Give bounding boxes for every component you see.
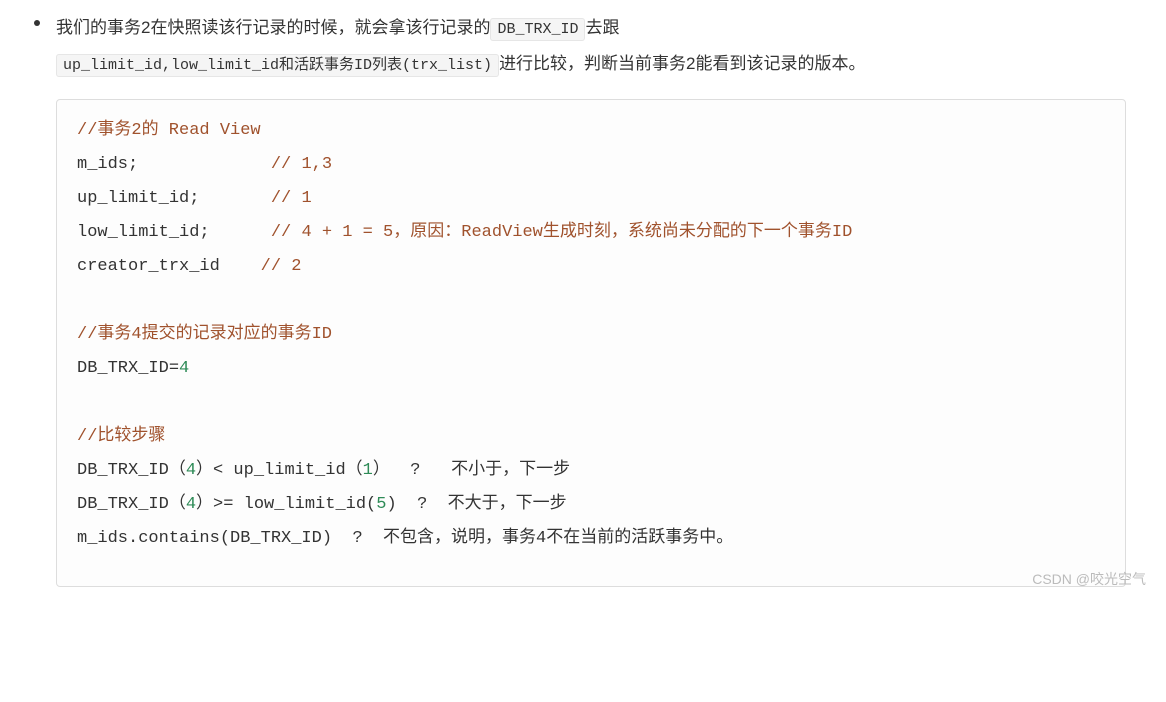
code-line: DB_TRX_ID（ (77, 461, 186, 480)
code-comment: // 1 (271, 189, 312, 208)
code-line: low_limit_id; (77, 223, 271, 242)
code-comment: //事务4提交的记录对应的事务ID (77, 325, 332, 344)
bullet-list-item: 我们的事务2在快照读该行记录的时候，就会拿该行记录的DB_TRX_ID去跟 up_… (10, 10, 1136, 81)
code-line: m_ids; (77, 155, 271, 174)
code-number: 4 (179, 359, 189, 378)
code-line: DB_TRX_ID= (77, 359, 179, 378)
code-comment: // 1,3 (271, 155, 332, 174)
code-number: 4 (186, 495, 196, 514)
code-comment: //比较步骤 (77, 427, 165, 446)
text-segment: 去跟 (585, 18, 619, 37)
paragraph-text: 我们的事务2在快照读该行记录的时候，就会拿该行记录的DB_TRX_ID去跟 up_… (56, 10, 866, 81)
code-line: m_ids.contains(DB_TRX_ID) ? 不包含，说明，事务4不在… (77, 529, 733, 548)
code-number: 5 (376, 495, 386, 514)
code-line: creator_trx_id (77, 257, 261, 276)
code-block: //事务2的 Read View m_ids; // 1,3 up_limit_… (56, 99, 1126, 587)
code-comment: //事务2的 Read View (77, 121, 261, 140)
code-line: up_limit_id; (77, 189, 271, 208)
inline-code: up_limit_id,low_limit_id和活跃事务ID列表(trx_li… (56, 54, 499, 77)
code-number: 1 (363, 461, 373, 480)
watermark-text: CSDN @咬光空气 (1032, 569, 1146, 589)
code-line: ）>= low_limit_id( (196, 495, 376, 514)
code-line: DB_TRX_ID（ (77, 495, 186, 514)
code-line: ）< up_limit_id（ (196, 461, 363, 480)
code-comment: // 2 (261, 257, 302, 276)
code-number: 4 (186, 461, 196, 480)
text-segment: 进行比较，判断当前事务2能看到该记录的版本。 (499, 54, 865, 73)
code-comment: // 4 + 1 = 5，原因：ReadView生成时刻，系统尚未分配的下一个事… (271, 223, 852, 242)
bullet-icon (34, 20, 40, 26)
code-line: ) ? 不大于，下一步 (386, 495, 566, 514)
inline-code: DB_TRX_ID (490, 18, 585, 41)
text-segment: 我们的事务2在快照读该行记录的时候，就会拿该行记录的 (56, 18, 490, 37)
code-line: ） ? 不小于，下一步 (373, 461, 570, 480)
